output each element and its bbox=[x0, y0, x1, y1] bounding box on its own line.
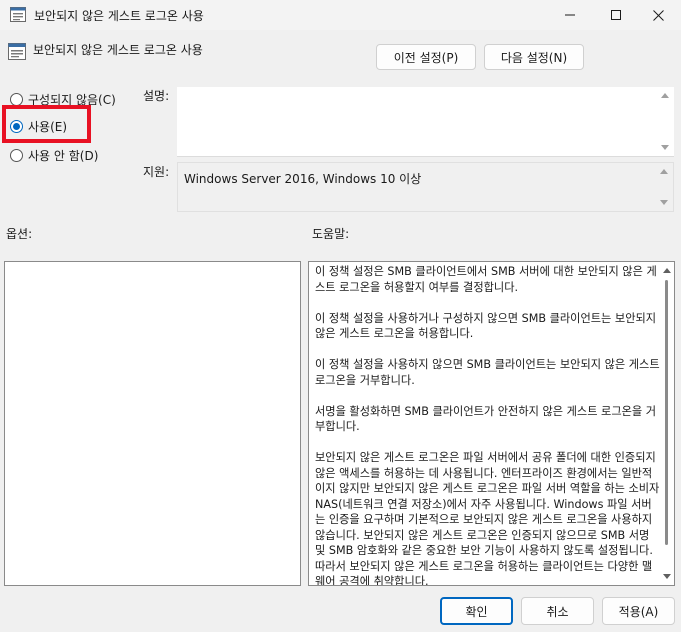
radio-not-configured-indicator[interactable] bbox=[10, 93, 23, 106]
supported-on-text: Windows Server 2016, Windows 10 이상 bbox=[184, 172, 422, 186]
help-paragraph: 서명을 활성화하면 SMB 클라이언트가 안전하지 않은 게스트 로그온을 거부… bbox=[315, 404, 657, 434]
close-button[interactable] bbox=[635, 0, 681, 30]
radio-enabled-label: 사용(E) bbox=[28, 120, 68, 134]
maximize-icon bbox=[611, 10, 621, 20]
supported-on-box: Windows Server 2016, Windows 10 이상 bbox=[177, 162, 674, 212]
policy-window-icon bbox=[10, 7, 26, 22]
maximize-button[interactable] bbox=[593, 0, 639, 30]
options-label: 옵션: bbox=[6, 227, 33, 241]
radio-disabled[interactable]: 사용 안 함(D) bbox=[10, 147, 98, 164]
apply-button[interactable]: 적용(A) bbox=[602, 597, 675, 625]
radio-not-configured-label: 구성되지 않음(C) bbox=[28, 93, 116, 107]
scroll-down-icon[interactable] bbox=[661, 145, 669, 150]
help-paragraph: 이 정책 설정을 사용하거나 구성하지 않으면 SMB 클라이언트는 보안되지 … bbox=[315, 311, 657, 341]
policy-setting-icon bbox=[8, 43, 26, 60]
scroll-up-icon[interactable] bbox=[660, 169, 668, 174]
help-label: 도움말: bbox=[312, 227, 350, 241]
scroll-down-icon[interactable] bbox=[660, 200, 668, 205]
radio-disabled-indicator[interactable] bbox=[10, 149, 23, 162]
title-bar: 보안되지 않은 게스트 로그온 사용 bbox=[0, 0, 681, 30]
help-paragraph: 이 정책 설정은 SMB 클라이언트에서 SMB 서버에 대한 보안되지 않은 … bbox=[315, 265, 657, 294]
radio-not-configured[interactable]: 구성되지 않음(C) bbox=[10, 91, 116, 108]
minimize-icon bbox=[565, 14, 575, 16]
help-paragraph: 이 정책 설정을 사용하지 않으면 SMB 클라이언트는 보안되지 않은 게스트… bbox=[315, 358, 660, 387]
help-text: 이 정책 설정은 SMB 클라이언트에서 SMB 서버에 대한 보안되지 않은 … bbox=[315, 264, 660, 586]
ok-button[interactable]: 확인 bbox=[440, 597, 513, 625]
description-textbox[interactable] bbox=[177, 87, 674, 157]
policy-title: 보안되지 않은 게스트 로그온 사용 bbox=[33, 43, 203, 57]
supported-on-scrollbar[interactable] bbox=[657, 163, 673, 211]
help-paragraph: 보안되지 않은 게스트 로그온은 파일 서버에서 공유 폴더에 대한 인증되지 … bbox=[315, 451, 660, 586]
help-scrollbar[interactable] bbox=[660, 262, 674, 585]
scroll-up-icon[interactable] bbox=[661, 93, 669, 98]
radio-enabled-indicator[interactable] bbox=[10, 120, 23, 133]
help-scroll-thumb[interactable] bbox=[665, 280, 668, 545]
description-label: 설명: bbox=[143, 89, 170, 103]
description-scrollbar[interactable] bbox=[658, 87, 674, 156]
scroll-down-icon[interactable] bbox=[663, 574, 671, 579]
radio-enabled[interactable]: 사용(E) bbox=[10, 118, 67, 135]
next-setting-button[interactable]: 다음 설정(N) bbox=[484, 44, 584, 70]
window-title: 보안되지 않은 게스트 로그온 사용 bbox=[34, 9, 204, 23]
previous-setting-button[interactable]: 이전 설정(P) bbox=[376, 44, 476, 70]
cancel-button[interactable]: 취소 bbox=[521, 597, 594, 625]
help-panel[interactable]: 이 정책 설정은 SMB 클라이언트에서 SMB 서버에 대한 보안되지 않은 … bbox=[308, 261, 675, 586]
close-icon bbox=[652, 9, 664, 21]
minimize-button[interactable] bbox=[547, 0, 593, 30]
scroll-up-icon[interactable] bbox=[663, 268, 671, 273]
supported-on-label: 지원: bbox=[143, 165, 170, 179]
radio-disabled-label: 사용 안 함(D) bbox=[28, 149, 99, 163]
options-panel bbox=[4, 261, 301, 586]
